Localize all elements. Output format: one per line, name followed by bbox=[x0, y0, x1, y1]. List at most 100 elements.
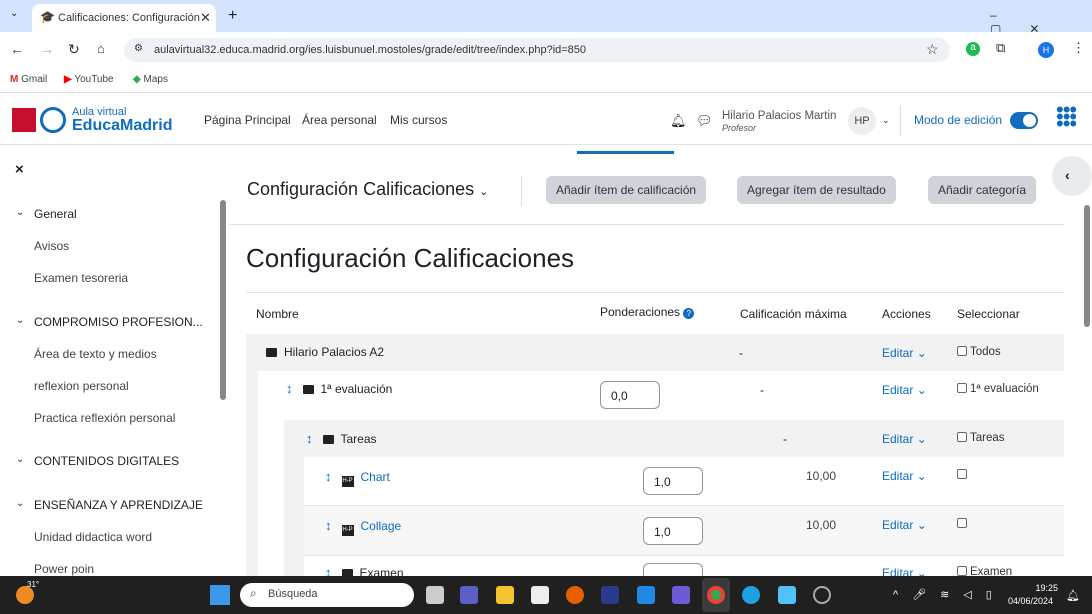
close-tab-icon[interactable]: ✕ bbox=[200, 10, 211, 26]
sidebar-item[interactable]: Área de texto y medios bbox=[34, 347, 157, 361]
start-windows-icon[interactable] bbox=[210, 585, 230, 605]
sidebar-scrollbar[interactable] bbox=[220, 200, 226, 400]
apps-grid-icon[interactable]: ••• ••• ••• bbox=[1056, 99, 1077, 135]
select-checkbox[interactable]: Todos bbox=[957, 346, 1001, 358]
bookmark-youtube[interactable]: ▶ YouTube bbox=[64, 74, 114, 85]
move-icon[interactable]: ↕ bbox=[325, 518, 332, 533]
help-icon[interactable]: ? bbox=[683, 308, 695, 319]
back-icon[interactable]: ← bbox=[10, 41, 24, 57]
nav-area-personal[interactable]: Área personal bbox=[302, 113, 377, 127]
url-input[interactable]: ⚙ aulavirtual32.educa.madrid.org/ies.luis… bbox=[124, 38, 950, 62]
select-checkbox[interactable]: Tareas bbox=[957, 432, 1005, 444]
grade-page-selector[interactable]: Configuración Calificaciones ⌄ bbox=[247, 179, 488, 200]
edit-mode-toggle[interactable] bbox=[1010, 112, 1038, 129]
task-view-icon[interactable] bbox=[426, 586, 444, 604]
sidebar-section-general[interactable]: General bbox=[34, 207, 77, 221]
weight-input[interactable]: 1,0 bbox=[643, 517, 703, 545]
sidebar-item[interactable]: Unidad didactica word bbox=[34, 530, 152, 544]
select-checkbox[interactable] bbox=[957, 518, 970, 530]
file-explorer-icon[interactable] bbox=[496, 586, 514, 604]
extensions-puzzle-icon[interactable]: ⧉ bbox=[996, 40, 1005, 56]
user-name[interactable]: Hilario Palacios Martin bbox=[722, 110, 836, 122]
bookmark-star-icon[interactable]: ☆ bbox=[926, 41, 939, 58]
weight-input[interactable]: 1,0 bbox=[643, 467, 703, 495]
chrome-icon[interactable] bbox=[707, 586, 725, 604]
b-app-icon[interactable] bbox=[601, 586, 619, 604]
notification-bell-icon[interactable]: 🔔︎ bbox=[1066, 589, 1080, 602]
sidebar-item[interactable]: Avisos bbox=[34, 239, 69, 253]
sidebar-section-compromiso[interactable]: COMPROMISO PROFESION... bbox=[34, 315, 203, 329]
add-grade-item-button[interactable]: Añadir ítem de calificación bbox=[546, 176, 707, 204]
nav-mis-cursos[interactable]: Mis cursos bbox=[390, 113, 447, 127]
chevron-down-icon[interactable]: ⌄ bbox=[16, 454, 24, 465]
max-grade: 10,00 bbox=[806, 469, 837, 483]
new-tab-icon[interactable]: + bbox=[228, 7, 237, 25]
notifications-bell-icon[interactable]: 🔔︎ bbox=[670, 113, 687, 129]
move-icon[interactable]: ↕ bbox=[325, 565, 332, 576]
clock-date[interactable]: 04/06/2024 bbox=[1008, 596, 1053, 606]
app-icon[interactable] bbox=[778, 586, 796, 604]
comunidad-madrid-logo bbox=[12, 108, 36, 132]
menu-kebab-icon[interactable]: ⋮ bbox=[1072, 40, 1085, 56]
edit-menu[interactable]: Editar ⌄ bbox=[882, 566, 927, 576]
firefox-icon[interactable] bbox=[566, 586, 584, 604]
bookmark-gmail[interactable]: M Gmail bbox=[10, 74, 47, 85]
extension-icon[interactable]: a bbox=[966, 42, 980, 56]
user-role: Profesor bbox=[722, 123, 757, 133]
app-icon[interactable] bbox=[813, 586, 831, 604]
edit-menu[interactable]: Editar ⌄ bbox=[882, 383, 927, 397]
sidebar-section-ensenanza[interactable]: ENSEÑANZA Y APRENDIZAJE bbox=[34, 498, 203, 512]
move-icon[interactable]: ↕ bbox=[286, 381, 293, 396]
tab-search-icon[interactable]: ⌄ bbox=[10, 8, 18, 19]
mail-icon[interactable] bbox=[637, 586, 655, 604]
weight-input[interactable] bbox=[643, 563, 703, 576]
move-icon[interactable]: ↕ bbox=[325, 469, 332, 484]
add-category-button[interactable]: Añadir categoría bbox=[928, 176, 1037, 204]
forward-icon[interactable]: → bbox=[40, 41, 54, 57]
sidebar-item[interactable]: Examen tesoreria bbox=[34, 271, 128, 285]
educamadrid-logo-icon bbox=[40, 107, 66, 133]
clock-time[interactable]: 19:25 bbox=[1030, 583, 1058, 593]
edit-menu[interactable]: Editar ⌄ bbox=[882, 469, 927, 483]
system-tray-icons[interactable]: ^🎤︎≋◁▯ bbox=[893, 588, 1006, 601]
chevron-down-icon[interactable]: ⌄ bbox=[16, 315, 24, 326]
page-scrollbar[interactable] bbox=[1084, 205, 1090, 327]
select-checkbox[interactable]: 1ª evaluación bbox=[957, 383, 1039, 395]
select-checkbox[interactable]: Examen bbox=[957, 566, 1012, 576]
sidebar-item[interactable]: reflexion personal bbox=[34, 379, 129, 393]
divider bbox=[521, 176, 522, 206]
user-avatar[interactable]: HP bbox=[848, 107, 876, 135]
weather-temp: 31° bbox=[27, 580, 40, 589]
browser-tab[interactable]: 🎓 Calificaciones: Configuración ✕ bbox=[32, 4, 216, 32]
close-drawer-icon[interactable]: × bbox=[15, 161, 24, 178]
profile-avatar[interactable]: H bbox=[1038, 42, 1054, 58]
taskbar-search[interactable]: ⌕ Búsqueda bbox=[240, 583, 414, 607]
move-icon[interactable]: ↕ bbox=[306, 431, 313, 446]
nav-pagina-principal[interactable]: Página Principal bbox=[204, 113, 291, 127]
edit-menu[interactable]: Editar ⌄ bbox=[882, 346, 927, 360]
edit-menu[interactable]: Editar ⌄ bbox=[882, 518, 927, 532]
add-outcome-item-button[interactable]: Agregar ítem de resultado bbox=[737, 176, 896, 204]
app-icon[interactable] bbox=[672, 586, 690, 604]
grade-item-link[interactable]: Chart bbox=[361, 470, 390, 484]
sidebar-item[interactable]: Practica reflexión personal bbox=[34, 411, 175, 425]
weight-input[interactable]: 0,0 bbox=[600, 381, 660, 409]
select-checkbox[interactable] bbox=[957, 469, 970, 481]
logo-text[interactable]: EducaMadrid bbox=[72, 117, 172, 135]
bookmark-maps[interactable]: ◆ Maps bbox=[133, 74, 168, 85]
edge-icon[interactable] bbox=[742, 586, 760, 604]
edit-menu[interactable]: Editar ⌄ bbox=[882, 432, 927, 446]
sidebar-item[interactable]: Power poin bbox=[34, 562, 94, 576]
chevron-down-icon[interactable]: ⌄ bbox=[16, 498, 24, 509]
sidebar-section-contenidos[interactable]: CONTENIDOS DIGITALES bbox=[34, 454, 179, 468]
open-block-drawer-button[interactable]: ‹ bbox=[1052, 156, 1092, 196]
store-icon[interactable] bbox=[531, 586, 549, 604]
site-info-icon[interactable]: ⚙ bbox=[134, 43, 143, 54]
user-menu-chevron-icon[interactable]: ⌄ bbox=[882, 115, 890, 126]
chevron-down-icon[interactable]: ⌄ bbox=[16, 207, 24, 218]
reload-icon[interactable]: ↻ bbox=[68, 41, 80, 58]
grade-item-link[interactable]: Collage bbox=[361, 519, 402, 533]
home-icon[interactable]: ⌂ bbox=[97, 41, 105, 56]
messages-icon[interactable]: 💬︎ bbox=[696, 113, 713, 129]
teams-icon[interactable] bbox=[460, 586, 478, 604]
